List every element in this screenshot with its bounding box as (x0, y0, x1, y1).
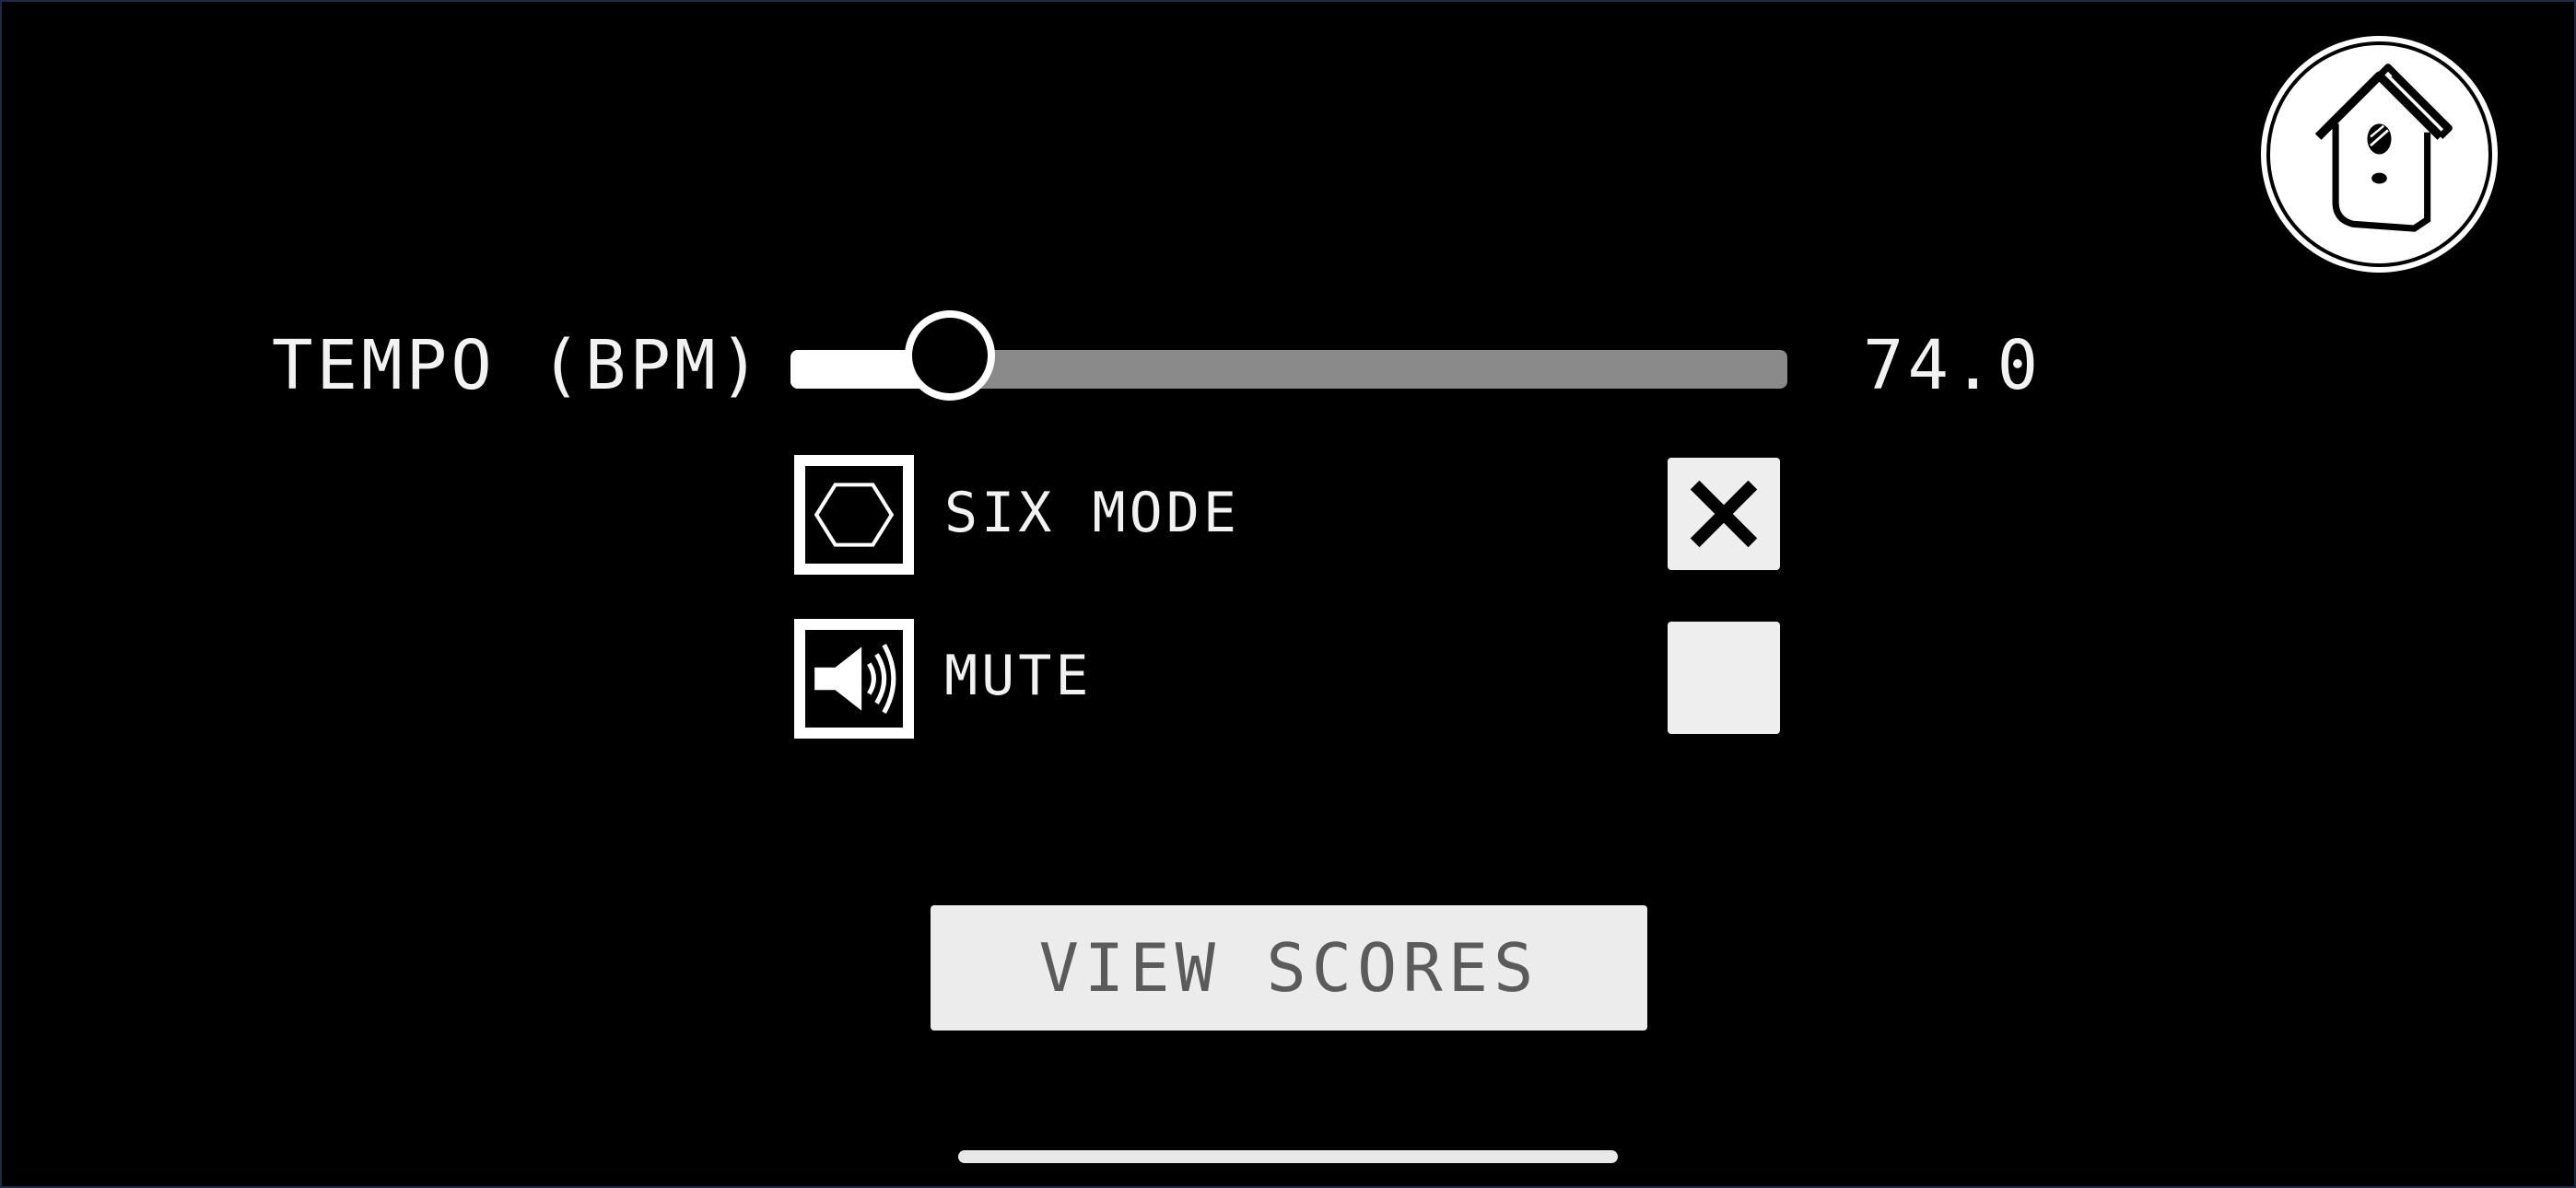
tempo-slider[interactable] (790, 310, 1787, 401)
view-scores-button[interactable]: VIEW SCORES (931, 905, 1647, 1031)
six-mode-label: SIX MODE (944, 481, 1240, 545)
x-mark-icon (1690, 480, 1758, 548)
speaker-icon (814, 644, 896, 714)
hexagon-icon (814, 483, 895, 547)
birdhouse-icon (2314, 64, 2453, 232)
home-indicator-bar[interactable] (958, 1150, 1618, 1163)
mute-checkbox[interactable] (1668, 622, 1780, 734)
mute-label: MUTE (944, 644, 1093, 708)
home-button[interactable] (2266, 41, 2492, 267)
mute-icon-box (794, 619, 914, 739)
six-mode-checkbox[interactable] (1668, 458, 1780, 570)
tempo-slider-thumb[interactable] (905, 310, 995, 401)
tempo-value: 74.0 (1863, 326, 2043, 405)
six-mode-icon-box (794, 455, 914, 575)
tempo-label: TEMPO (BPM) (272, 326, 765, 405)
